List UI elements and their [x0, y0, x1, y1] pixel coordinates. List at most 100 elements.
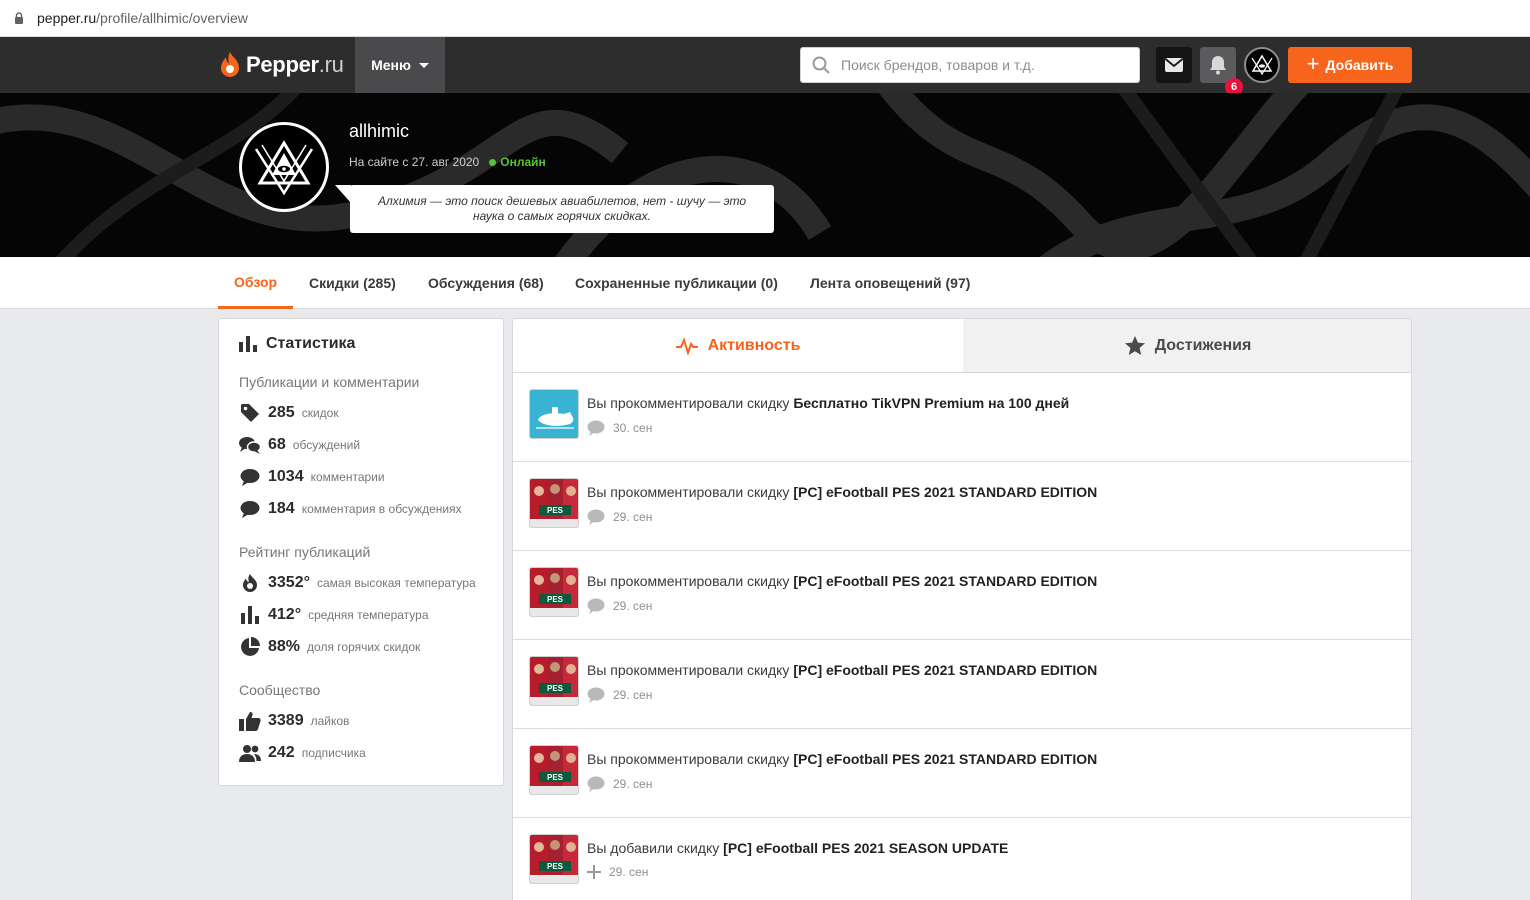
- section-rating: Рейтинг публикаций: [239, 544, 371, 560]
- logo-main-text: Pepper: [246, 52, 319, 77]
- activity-deal-link[interactable]: [PC] eFootball PES 2021 STANDARD EDITION: [793, 573, 1097, 589]
- tab-achievements[interactable]: Достижения: [963, 319, 1411, 372]
- stat-deals: 285 скидок: [239, 402, 339, 424]
- online-label: Онлайн: [500, 155, 546, 169]
- add-deal-button[interactable]: + Добавить: [1288, 47, 1412, 83]
- tab-deals[interactable]: Скидки (285): [309, 257, 396, 309]
- svg-text:PES: PES: [547, 862, 564, 871]
- activity-item[interactable]: PES Вы прокомментировали скидку [PC] eFo…: [513, 729, 1411, 818]
- activity-date: 29. сен: [613, 688, 653, 702]
- pes-cover-image: PES: [530, 568, 578, 616]
- activity-prefix: Вы прокомментировали скидку: [587, 573, 790, 589]
- pes-cover-image: PES: [530, 657, 578, 705]
- tab-notifications-feed[interactable]: Лента оповещений (97): [810, 257, 970, 309]
- url-text[interactable]: pepper.ru/profile/allhimic/overview: [37, 10, 248, 26]
- deal-thumbnail-pes[interactable]: PES: [529, 478, 579, 528]
- tab-saved[interactable]: Сохраненные публикации (0): [575, 257, 778, 309]
- deal-thumbnail-pes[interactable]: PES: [529, 834, 579, 884]
- profile-bio: Алхимия — это поиск дешевых авиабилетов,…: [350, 185, 774, 233]
- profile-avatar[interactable]: [239, 122, 329, 212]
- avatar-emblem-icon: [1251, 54, 1273, 76]
- activity-item[interactable]: PES Вы добавили скидку [PC] eFootball PE…: [513, 818, 1411, 900]
- pulse-icon: [675, 336, 698, 355]
- pepper-logo[interactable]: Pepper.ru: [218, 47, 344, 83]
- activity-item[interactable]: Вы прокомментировали скидку Бесплатно Ti…: [513, 373, 1411, 462]
- comment-bubble-icon: [587, 598, 605, 614]
- activity-item[interactable]: PES Вы прокомментировали скидку [PC] eFo…: [513, 640, 1411, 729]
- stat-value: 412°: [268, 606, 302, 623]
- mail-icon: [1164, 58, 1184, 72]
- bar-chart-icon: [239, 336, 257, 352]
- section-community: Сообщество: [239, 682, 321, 698]
- activity-prefix: Вы прокомментировали скидку: [587, 662, 790, 678]
- activity-text: Вы прокомментировали скидку [PC] eFootba…: [587, 751, 1097, 767]
- tab-activity-label: Активность: [707, 336, 801, 354]
- stat-label: подписчика: [301, 746, 366, 760]
- messages-button[interactable]: [1156, 47, 1192, 83]
- caret-down-icon: [418, 62, 429, 68]
- comment-icon: [239, 466, 261, 488]
- activity-deal-link[interactable]: [PC] eFootball PES 2021 SEASON UPDATE: [723, 840, 1008, 856]
- submarine-logo-icon: [530, 390, 578, 438]
- plus-icon: [587, 865, 601, 879]
- add-label: Добавить: [1325, 57, 1394, 73]
- online-dot-icon: [489, 158, 497, 166]
- activity-meta: 30. сен: [587, 420, 652, 436]
- plus-icon: +: [1306, 51, 1320, 76]
- svg-text:PES: PES: [547, 684, 564, 693]
- bio-bubble-tail: [335, 185, 351, 203]
- activity-prefix: Вы прокомментировали скидку: [587, 751, 790, 767]
- search-input[interactable]: Поиск брендов, товаров и т.д.: [800, 47, 1140, 83]
- activity-date: 29. сен: [613, 510, 653, 524]
- user-avatar-button[interactable]: [1244, 47, 1280, 83]
- profile-hero: allhimic На сайте с 27. авг 2020 Онлайн …: [0, 93, 1530, 257]
- activity-date: 30. сен: [613, 421, 653, 435]
- profile-meta: На сайте с 27. авг 2020 Онлайн: [349, 155, 546, 169]
- activity-deal-link[interactable]: [PC] eFootball PES 2021 STANDARD EDITION: [793, 484, 1097, 500]
- deal-thumbnail-pes[interactable]: PES: [529, 567, 579, 617]
- statistics-title: Статистика: [239, 335, 355, 353]
- pes-cover-image: PES: [530, 479, 578, 527]
- browser-address-bar[interactable]: pepper.ru/profile/allhimic/overview: [0, 0, 1530, 37]
- url-path: /profile/allhimic/overview: [96, 10, 248, 26]
- stat-label: комментарии: [310, 470, 385, 484]
- stat-value: 1034: [268, 468, 304, 485]
- activity-deal-link[interactable]: [PC] eFootball PES 2021 STANDARD EDITION: [793, 751, 1097, 767]
- activity-deal-link[interactable]: [PC] eFootball PES 2021 STANDARD EDITION: [793, 662, 1097, 678]
- search-icon: [801, 56, 841, 74]
- stat-value: 3352°: [268, 574, 310, 591]
- activity-item[interactable]: PES Вы прокомментировали скидку [PC] eFo…: [513, 551, 1411, 640]
- profile-emblem-icon: [254, 140, 314, 196]
- tab-discussions[interactable]: Обсуждения (68): [428, 257, 544, 309]
- activity-item[interactable]: PES Вы прокомментировали скидку [PC] eFo…: [513, 462, 1411, 551]
- tab-overview[interactable]: Обзор: [218, 257, 294, 309]
- activity-date: 29. сен: [613, 777, 653, 791]
- menu-button[interactable]: Меню: [355, 37, 445, 93]
- activity-meta: 29. сен: [587, 509, 652, 525]
- deal-thumbnail-vpn[interactable]: [529, 389, 579, 439]
- top-navbar: Pepper.ru Меню Поиск брендов, товаров и …: [0, 37, 1530, 96]
- profile-tabs: Обзор Скидки (285) Обсуждения (68) Сохра…: [0, 257, 1530, 309]
- url-domain: pepper.ru: [37, 10, 97, 26]
- stat-comments: 1034 комментарии: [239, 466, 385, 488]
- activity-meta: 29. сен: [587, 865, 648, 879]
- stat-discussions: 68 обсуждений: [239, 434, 360, 456]
- activity-date: 29. сен: [613, 599, 653, 613]
- svg-text:PES: PES: [547, 773, 564, 782]
- tab-activity[interactable]: Активность: [513, 319, 963, 372]
- deal-thumbnail-pes[interactable]: PES: [529, 745, 579, 795]
- comment-bubble-icon: [587, 509, 605, 525]
- search-placeholder: Поиск брендов, товаров и т.д.: [841, 57, 1035, 73]
- statistics-card: Статистика Публикации и комментарии 285 …: [218, 318, 504, 786]
- activity-deal-link[interactable]: Бесплатно TikVPN Premium на 100 дней: [793, 395, 1069, 411]
- svg-text:PES: PES: [547, 506, 564, 515]
- stat-max-temperature: 3352° самая высокая температура: [239, 572, 476, 594]
- joined-date: На сайте с 27. авг 2020: [349, 155, 480, 169]
- stat-label: средняя температура: [308, 608, 429, 622]
- stat-discussion-comments: 184 комментария в обсуждениях: [239, 498, 462, 520]
- deal-thumbnail-pes[interactable]: PES: [529, 656, 579, 706]
- stat-value: 88%: [268, 638, 301, 655]
- pes-cover-image: PES: [530, 746, 578, 794]
- stat-value: 184: [268, 500, 295, 517]
- pie-chart-icon: [239, 636, 261, 658]
